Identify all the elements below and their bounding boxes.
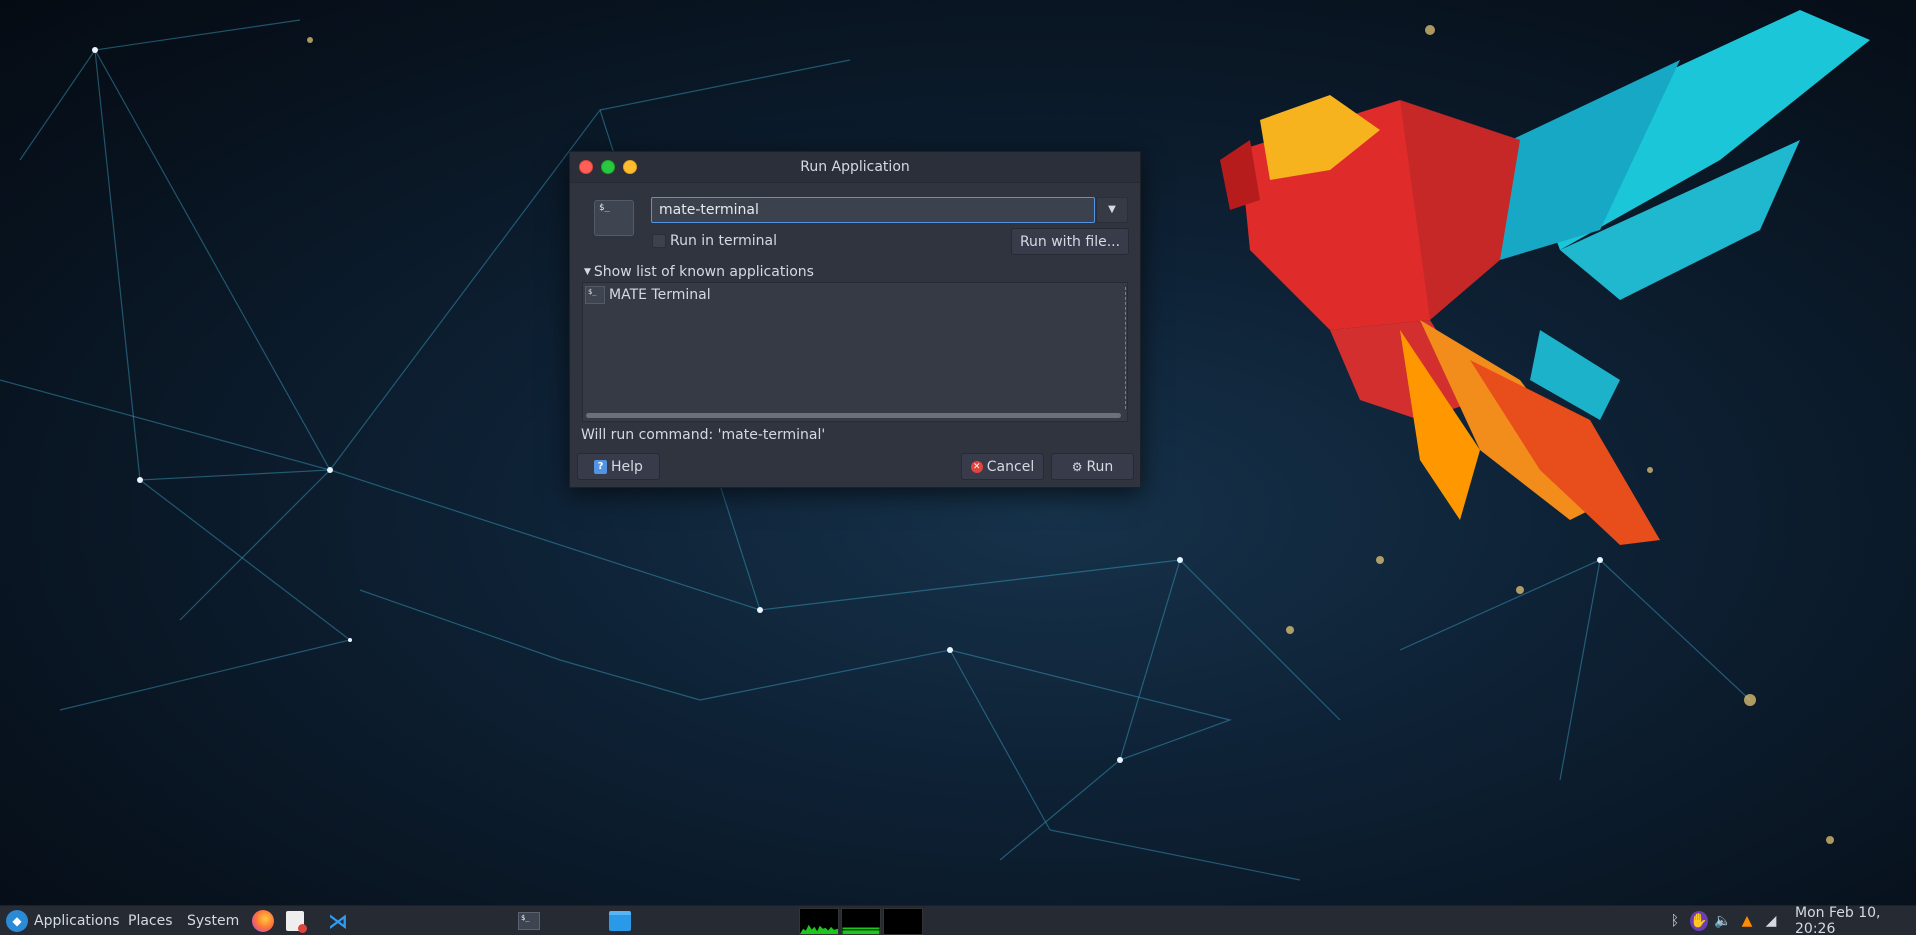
system-tray: ᛒ ✋ 🔈 ▲ ◢ (1666, 906, 1780, 935)
run-label: Run (1086, 458, 1114, 475)
system-monitor[interactable] (799, 906, 923, 935)
firefox-launcher[interactable] (252, 906, 274, 935)
clock[interactable]: Mon Feb 10, 20:26 (1795, 905, 1916, 935)
run-in-terminal-row[interactable]: Run in terminal (652, 232, 777, 250)
applications-menu-label: Applications (34, 913, 120, 929)
volume-icon[interactable]: 🔈 (1714, 911, 1732, 931)
run-in-terminal-checkbox[interactable] (652, 234, 666, 248)
help-label: Help (611, 458, 643, 475)
list-item-label: MATE Terminal (609, 287, 711, 303)
run-in-terminal-label: Run in terminal (670, 233, 777, 249)
terminal-task[interactable]: $_ (518, 906, 540, 935)
terminal-icon: $_ (585, 286, 605, 304)
cancel-button[interactable]: ✕ Cancel (961, 453, 1044, 480)
dialog-title: Run Application (800, 159, 910, 175)
file-manager-task[interactable] (609, 906, 631, 935)
expander-triangle-icon: ▼ (584, 267, 591, 277)
bottom-panel: ◆ Applications Places System ⋊ $_ ᛒ ✋ 🔈 … (0, 905, 1916, 935)
vscode-icon: ⋊ (328, 909, 348, 933)
network-graph-icon (883, 907, 923, 935)
vlc-icon[interactable]: ▲ (1738, 911, 1756, 931)
run-application-dialog: Run Application $_ ▼ Run in terminal Run… (569, 151, 1141, 488)
system-menu-label: System (187, 913, 240, 929)
wifi-icon[interactable]: ◢ (1762, 911, 1780, 931)
chevron-down-icon: ▼ (1108, 204, 1116, 215)
help-icon: ? (594, 459, 608, 474)
command-input[interactable] (651, 197, 1095, 223)
cpu-graph-icon (799, 907, 839, 935)
run-with-file-button[interactable]: Run with file... (1011, 228, 1129, 255)
applications-menu[interactable]: ◆ Applications (6, 906, 120, 935)
terminal-icon: $_ (594, 200, 634, 236)
terminal-icon: $_ (518, 912, 540, 930)
document-viewer-launcher[interactable] (286, 906, 307, 935)
status-text: Will run command: 'mate-terminal' (581, 427, 826, 443)
cancel-label: Cancel (986, 458, 1035, 475)
places-menu-label: Places (128, 913, 173, 929)
horizontal-scrollbar[interactable] (586, 413, 1121, 418)
clock-label: Mon Feb 10, 20:26 (1795, 905, 1881, 935)
help-button[interactable]: ? Help (577, 453, 660, 480)
bluetooth-icon[interactable]: ᛒ (1666, 911, 1684, 931)
memory-graph-icon (841, 907, 881, 935)
command-history-dropdown[interactable]: ▼ (1096, 197, 1128, 223)
gears-icon: ⚙ (1071, 459, 1083, 474)
document-viewer-icon (286, 911, 307, 933)
vscode-launcher[interactable]: ⋊ (327, 906, 349, 935)
places-menu[interactable]: Places (128, 906, 173, 935)
dialog-titlebar[interactable]: Run Application (570, 152, 1140, 183)
system-menu[interactable]: System (187, 906, 239, 935)
run-button[interactable]: ⚙ Run (1051, 453, 1134, 480)
list-item[interactable]: $_ MATE Terminal (585, 285, 711, 305)
known-applications-list[interactable]: $_ MATE Terminal (582, 282, 1128, 422)
expander-label: Show list of known applications (593, 264, 814, 280)
firefox-icon (252, 910, 274, 932)
file-manager-icon (609, 911, 631, 931)
list-divider (1125, 287, 1126, 409)
cancel-icon: ✕ (970, 460, 983, 473)
known-applications-expander[interactable]: ▼ Show list of known applications (584, 264, 814, 280)
run-with-file-label: Run with file... (1019, 233, 1121, 250)
kali-dragon-icon: ◆ (6, 910, 28, 932)
hand-icon[interactable]: ✋ (1690, 911, 1708, 931)
